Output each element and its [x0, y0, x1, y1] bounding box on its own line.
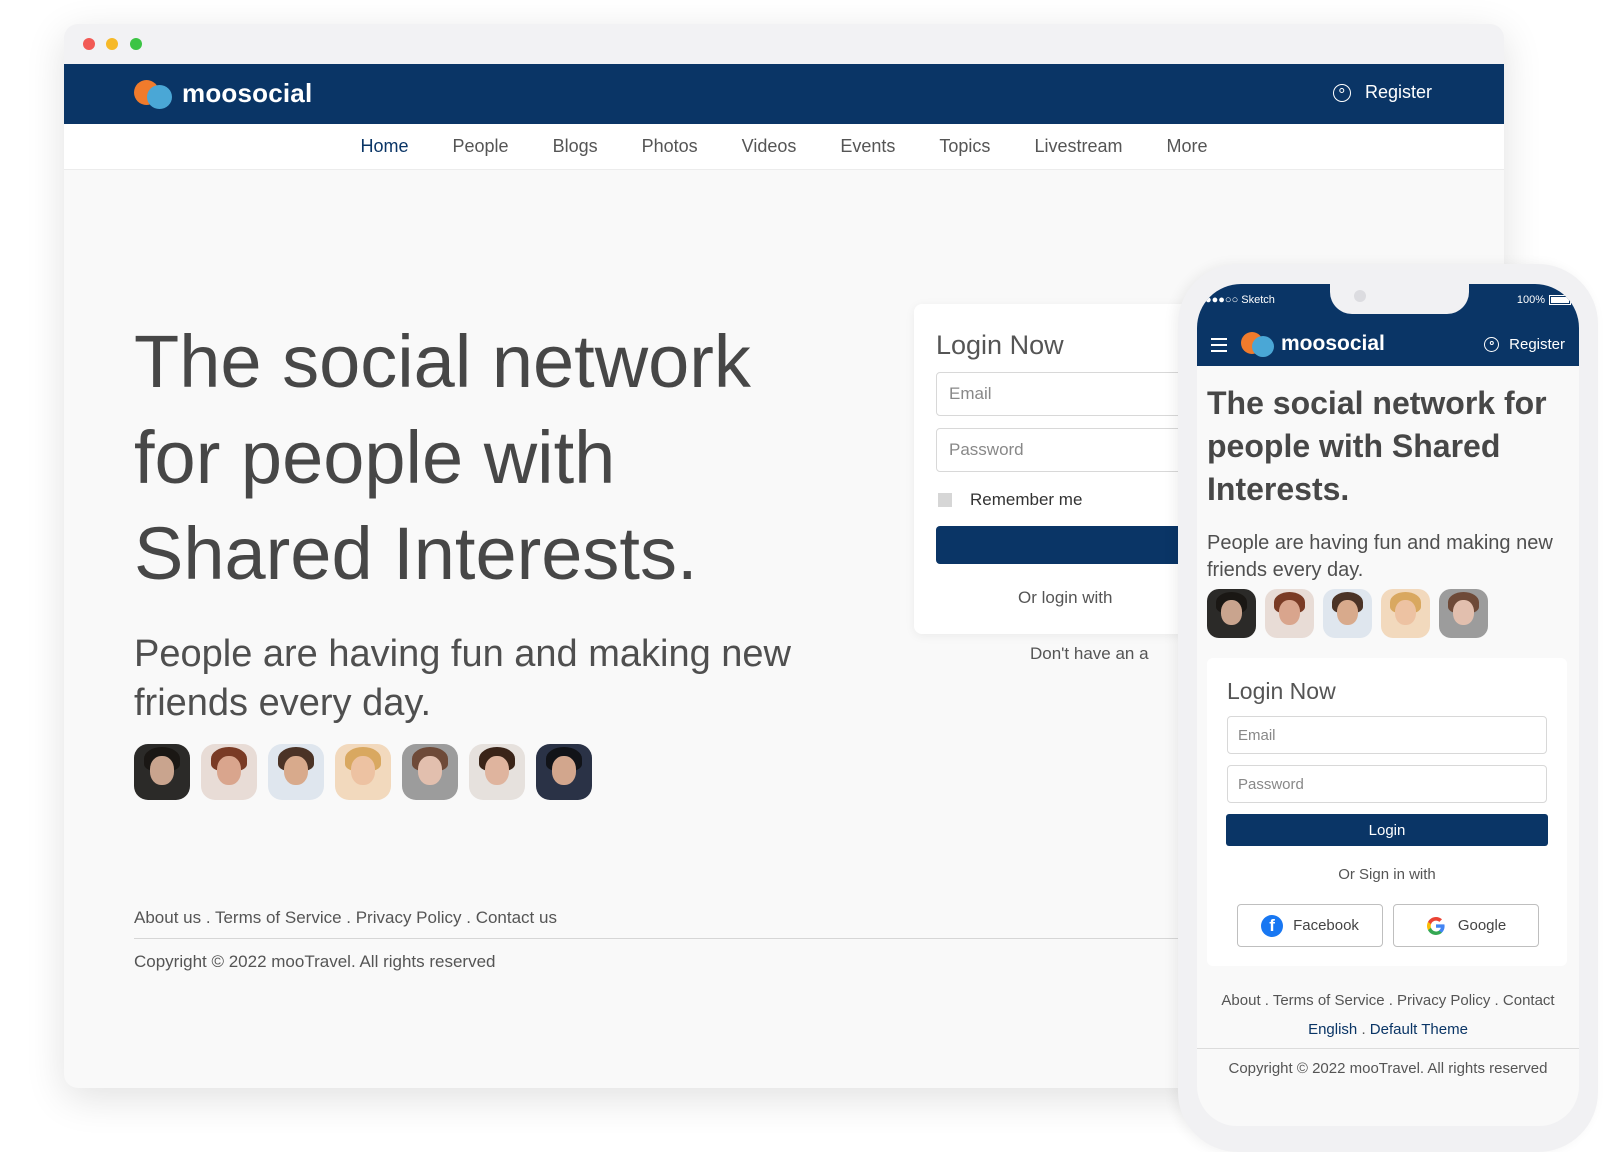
signup-prompt[interactable]: Don't have an a: [1030, 644, 1149, 664]
register-link[interactable]: Register: [1332, 82, 1432, 103]
phone-screen: ●●●○○ Sketch 100% moosocial Register The…: [1197, 284, 1579, 1126]
nav-item-events[interactable]: Events: [840, 136, 895, 157]
avatar[interactable]: [335, 744, 391, 800]
facebook-label: Facebook: [1293, 917, 1359, 934]
mobile-login-title: Login Now: [1227, 678, 1336, 704]
avatar[interactable]: [201, 744, 257, 800]
avatar[interactable]: [536, 744, 592, 800]
hero-title: The social network for people with Share…: [134, 320, 751, 595]
chat-bubbles-logo-icon: [1241, 331, 1275, 357]
site-logo[interactable]: moosocial: [134, 78, 312, 109]
site-header: moosocial Register: [64, 64, 1504, 124]
nav-item-photos[interactable]: Photos: [642, 136, 698, 157]
avatar[interactable]: [134, 744, 190, 800]
copyright: Copyright © 2022 mooTravel. All rights r…: [134, 952, 496, 971]
mobile-register-link[interactable]: Register: [1484, 336, 1565, 353]
facebook-login-button[interactable]: f Facebook: [1237, 904, 1383, 947]
language-link[interactable]: English: [1308, 1021, 1357, 1038]
phone-mockup: ●●●○○ Sketch 100% moosocial Register The…: [1178, 264, 1598, 1152]
mobile-footer-links[interactable]: About . Terms of Service . Privacy Polic…: [1197, 992, 1579, 1009]
or-login-with: Or login with: [1018, 588, 1113, 607]
nav-item-home[interactable]: Home: [361, 136, 409, 157]
battery-icon: [1549, 295, 1571, 305]
avatar[interactable]: [1323, 589, 1372, 638]
or-sign-in-with: Or Sign in with: [1338, 866, 1436, 883]
avatar[interactable]: [1381, 589, 1430, 638]
mobile-header: moosocial Register: [1197, 324, 1579, 366]
avatar[interactable]: [1207, 589, 1256, 638]
avatar[interactable]: [402, 744, 458, 800]
mobile-login-card: Login Now Email Password Login Or Sign i…: [1207, 658, 1567, 966]
mobile-login-button[interactable]: Login: [1226, 814, 1548, 846]
brand-name: moosocial: [182, 78, 313, 108]
mobile-email-field[interactable]: Email: [1227, 716, 1547, 754]
footer-links[interactable]: About us . Terms of Service . Privacy Po…: [134, 908, 557, 928]
mobile-member-avatars: [1207, 589, 1497, 638]
main-nav: Home People Blogs Photos Videos Events T…: [64, 124, 1504, 170]
close-window-button[interactable]: [83, 38, 95, 50]
minimize-window-button[interactable]: [106, 38, 118, 50]
nav-item-people[interactable]: People: [453, 136, 509, 157]
mobile-site-logo[interactable]: moosocial: [1241, 331, 1385, 357]
phone-notch: [1330, 284, 1469, 314]
register-label: Register: [1364, 82, 1432, 102]
mobile-register-label: Register: [1509, 336, 1565, 353]
avatar[interactable]: [469, 744, 525, 800]
login-title: Login Now: [936, 330, 1064, 360]
footer-separator: .: [1357, 1021, 1370, 1038]
mobile-footer-divider: [1197, 1048, 1579, 1049]
nav-item-livestream[interactable]: Livestream: [1034, 136, 1122, 157]
google-icon: [1426, 916, 1445, 935]
remember-me[interactable]: Remember me: [938, 490, 1082, 510]
battery-percent: 100%: [1516, 294, 1545, 306]
carrier-status: ●●●○○ Sketch: [1205, 294, 1275, 306]
nav-item-topics[interactable]: Topics: [939, 136, 990, 157]
mobile-hero-subtitle: People are having fun and making new fri…: [1207, 532, 1553, 581]
mobile-hero-title: The social network for people with Share…: [1207, 385, 1547, 507]
mobile-footer-settings: English . Default Theme: [1197, 1021, 1579, 1038]
battery-status: 100%: [1517, 294, 1571, 306]
google-label: Google: [1457, 917, 1507, 934]
mobile-password-field[interactable]: Password: [1227, 765, 1547, 803]
hamburger-menu-icon[interactable]: [1211, 338, 1227, 352]
remember-checkbox[interactable]: [938, 493, 952, 507]
google-login-button[interactable]: Google: [1393, 904, 1539, 947]
mobile-copyright: Copyright © 2022 mooTravel. All rights r…: [1228, 1060, 1548, 1077]
theme-link[interactable]: Default Theme: [1370, 1021, 1468, 1038]
stage: moosocial Register Home People Blogs Pho…: [0, 0, 1613, 1152]
nav-item-videos[interactable]: Videos: [742, 136, 797, 157]
remember-label: Remember me: [970, 490, 1083, 509]
facebook-icon: f: [1261, 914, 1284, 937]
browser-titlebar: [64, 24, 1504, 64]
mobile-brand-name: moosocial: [1281, 332, 1385, 355]
avatar[interactable]: [1265, 589, 1314, 638]
avatar[interactable]: [1439, 589, 1488, 638]
nav-item-blogs[interactable]: Blogs: [553, 136, 598, 157]
nav-item-more[interactable]: More: [1166, 136, 1207, 157]
member-avatars: [134, 744, 603, 800]
maximize-window-button[interactable]: [130, 38, 142, 50]
user-icon: [1484, 337, 1500, 352]
user-icon: [1332, 83, 1351, 102]
hero-subtitle: People are having fun and making new fri…: [134, 633, 792, 724]
chat-bubbles-logo-icon: [134, 79, 174, 109]
avatar[interactable]: [268, 744, 324, 800]
